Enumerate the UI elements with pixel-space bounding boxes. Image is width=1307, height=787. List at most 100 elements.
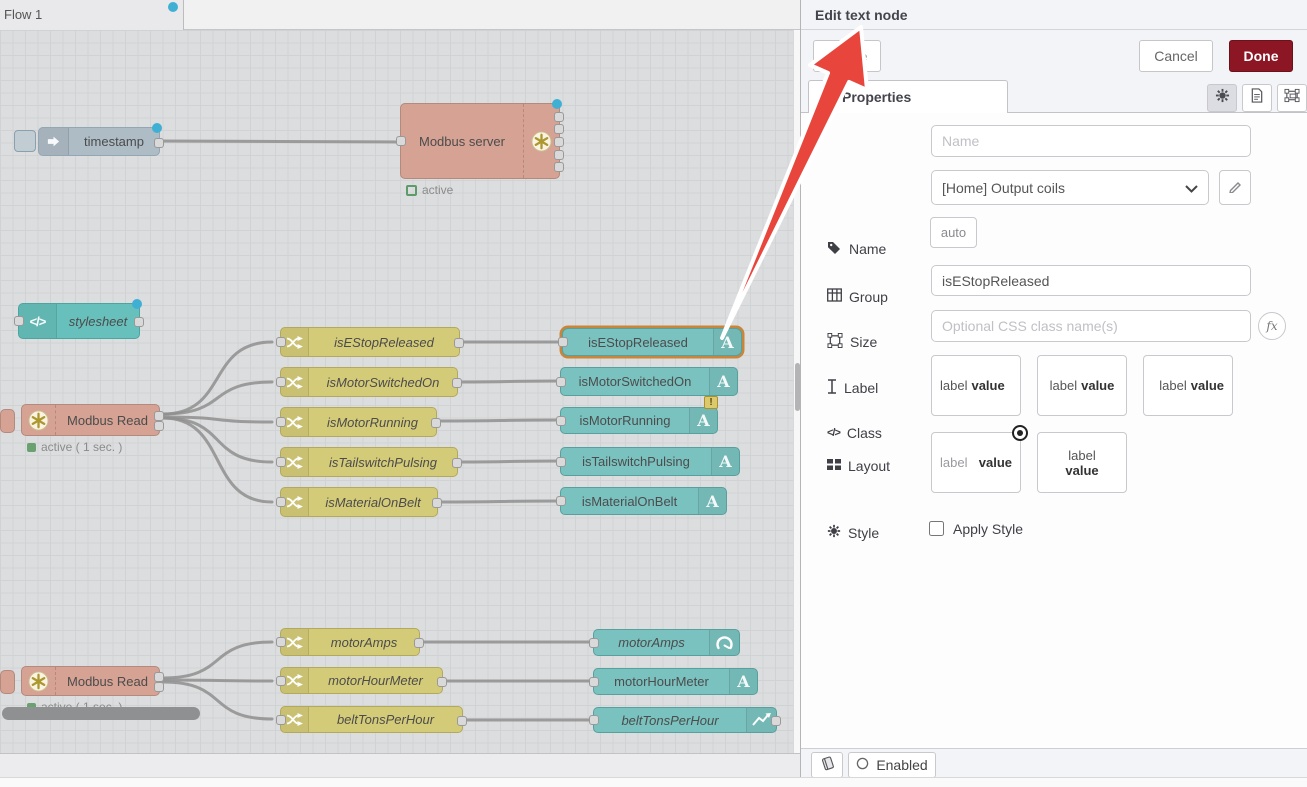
node-label: isTailswitchPulsing <box>309 448 457 476</box>
layout-option-stacked[interactable]: labelvalue <box>1037 432 1127 493</box>
flow-node-change-motorHourMeter[interactable]: motorHourMeter <box>280 667 443 694</box>
input-port[interactable] <box>14 316 24 326</box>
flow-node-ui-motorHourMeter[interactable]: motorHourMeterA <box>593 668 758 695</box>
layout-option-spread[interactable]: labelvalue <box>931 432 1021 493</box>
flow-node-change-isMotorSwitchedOn[interactable]: isMotorSwitchedOn <box>280 367 458 397</box>
flow-node-modbus-read-1[interactable]: Modbus Read <box>21 404 160 436</box>
enabled-toggle-button[interactable]: Enabled <box>848 752 936 778</box>
status-dot-icon <box>27 443 36 452</box>
flow-node-text-isMotorSwitchedOn[interactable]: isMotorSwitchedOnA <box>560 367 738 396</box>
properties-gear-tab-button[interactable] <box>1207 84 1237 112</box>
apply-style-checkbox[interactable] <box>929 521 944 536</box>
output-port[interactable] <box>154 672 164 682</box>
input-port[interactable] <box>589 715 599 725</box>
input-port[interactable] <box>276 337 286 347</box>
output-port[interactable] <box>554 124 564 134</box>
node-label: isEStopReleased <box>563 329 713 355</box>
vertical-scrollbar-track[interactable] <box>793 30 800 753</box>
input-port[interactable] <box>396 136 406 146</box>
output-port[interactable] <box>134 317 144 327</box>
status-text: active ( 1 sec. ) <box>41 440 122 454</box>
flow-node-timestamp[interactable]: timestamp <box>38 127 160 156</box>
output-port[interactable] <box>437 677 447 687</box>
output-port[interactable] <box>432 498 442 508</box>
flow-node-ui-motorAmps[interactable]: motorAmps <box>593 629 740 656</box>
output-port[interactable] <box>554 112 564 122</box>
output-port[interactable] <box>154 138 164 148</box>
output-port[interactable] <box>154 421 164 431</box>
horizontal-scrollbar[interactable] <box>2 707 200 720</box>
input-port[interactable] <box>276 377 286 387</box>
output-port[interactable] <box>414 638 424 648</box>
flow-node-modbus-read-2[interactable]: Modbus Read <box>21 666 160 696</box>
gauge-icon <box>709 630 739 655</box>
output-port[interactable] <box>431 418 441 428</box>
node-label: isMotorRunning <box>561 408 689 433</box>
edit-tray-title: Edit text node <box>801 0 1307 30</box>
output-port[interactable] <box>554 162 564 172</box>
class-expression-button[interactable]: fx <box>1258 312 1286 340</box>
output-port[interactable] <box>452 458 462 468</box>
input-port[interactable] <box>276 497 286 507</box>
layout-option-right[interactable]: labelvalue <box>1143 355 1233 416</box>
text-A-icon: A <box>713 329 741 355</box>
output-port[interactable] <box>771 716 781 726</box>
flow-node-change-isTailswitchPulsing[interactable]: isTailswitchPulsing <box>280 447 458 477</box>
ibeam-icon <box>827 379 837 397</box>
properties-form: Name Group [Home] Output coils Size auto <box>801 113 1307 748</box>
inject-button[interactable] <box>14 130 36 152</box>
output-port[interactable] <box>154 682 164 692</box>
appearance-tab-button[interactable] <box>1277 84 1307 112</box>
flow-node-text-isMotorRunning[interactable]: isMotorRunningA! <box>560 407 718 434</box>
output-port[interactable] <box>452 378 462 388</box>
class-input[interactable] <box>931 310 1251 342</box>
input-port[interactable] <box>276 457 286 467</box>
node-info-book-button[interactable] <box>811 752 843 778</box>
size-auto-button[interactable]: auto <box>930 217 977 248</box>
description-tab-button[interactable] <box>1242 84 1272 112</box>
done-button[interactable]: Done <box>1229 40 1293 72</box>
cancel-button[interactable]: Cancel <box>1139 40 1213 72</box>
flow-node-text-isMaterialOnBelt[interactable]: isMaterialOnBeltA <box>560 487 727 515</box>
input-port[interactable] <box>556 416 566 426</box>
pencil-icon <box>1228 179 1242 196</box>
group-select[interactable]: [Home] Output coils <box>931 170 1209 205</box>
input-port[interactable] <box>276 676 286 686</box>
group-select-value: [Home] Output coils <box>942 180 1185 196</box>
tab-properties[interactable]: Properties <box>808 80 1008 113</box>
input-port[interactable] <box>558 337 568 347</box>
flow-node-change-isMotorRunning[interactable]: isMotorRunning <box>280 407 437 437</box>
edit-group-button[interactable] <box>1219 170 1251 205</box>
flow-node-change-isMaterialOnBelt[interactable]: isMaterialOnBelt <box>280 487 438 517</box>
output-port[interactable] <box>457 716 467 726</box>
layout-option-center[interactable]: labelvalue <box>1037 355 1127 416</box>
output-port[interactable] <box>454 338 464 348</box>
node-label: motorAmps <box>594 630 709 655</box>
input-port[interactable] <box>589 638 599 648</box>
input-port[interactable] <box>589 677 599 687</box>
layout-option-left[interactable]: labelvalue <box>931 355 1021 416</box>
flow-node-change-beltTonsPerHour[interactable]: beltTonsPerHour <box>280 706 463 733</box>
enabled-label: Enabled <box>876 757 927 773</box>
flow-node-text-isTailswitchPulsing[interactable]: isTailswitchPulsingA <box>560 447 740 476</box>
flow-node-modbus-server[interactable]: Modbus server <box>400 103 560 179</box>
flow-node-change-motorAmps[interactable]: motorAmps <box>280 628 420 656</box>
output-port[interactable] <box>554 150 564 160</box>
node-label: isMotorRunning <box>309 408 436 436</box>
input-port[interactable] <box>556 457 566 467</box>
output-port[interactable] <box>554 137 564 147</box>
input-port[interactable] <box>556 377 566 387</box>
input-port[interactable] <box>276 637 286 647</box>
flow-node-text-isEStopReleased[interactable]: isEStopReleasedA <box>562 328 742 356</box>
name-input[interactable] <box>931 125 1251 157</box>
delete-button[interactable]: Delete <box>813 40 881 72</box>
input-port[interactable] <box>556 496 566 506</box>
status-ring-icon <box>406 185 417 196</box>
flow-node-change-isEStopReleased[interactable]: isEStopReleased <box>280 327 460 357</box>
label-input[interactable] <box>931 265 1251 296</box>
flow-node-stylesheet[interactable]: </>stylesheet <box>18 303 140 339</box>
output-port[interactable] <box>154 411 164 421</box>
input-port[interactable] <box>276 417 286 427</box>
flow-node-ui-beltTonsPerHour[interactable]: beltTonsPerHour <box>593 707 777 733</box>
input-port[interactable] <box>276 715 286 725</box>
